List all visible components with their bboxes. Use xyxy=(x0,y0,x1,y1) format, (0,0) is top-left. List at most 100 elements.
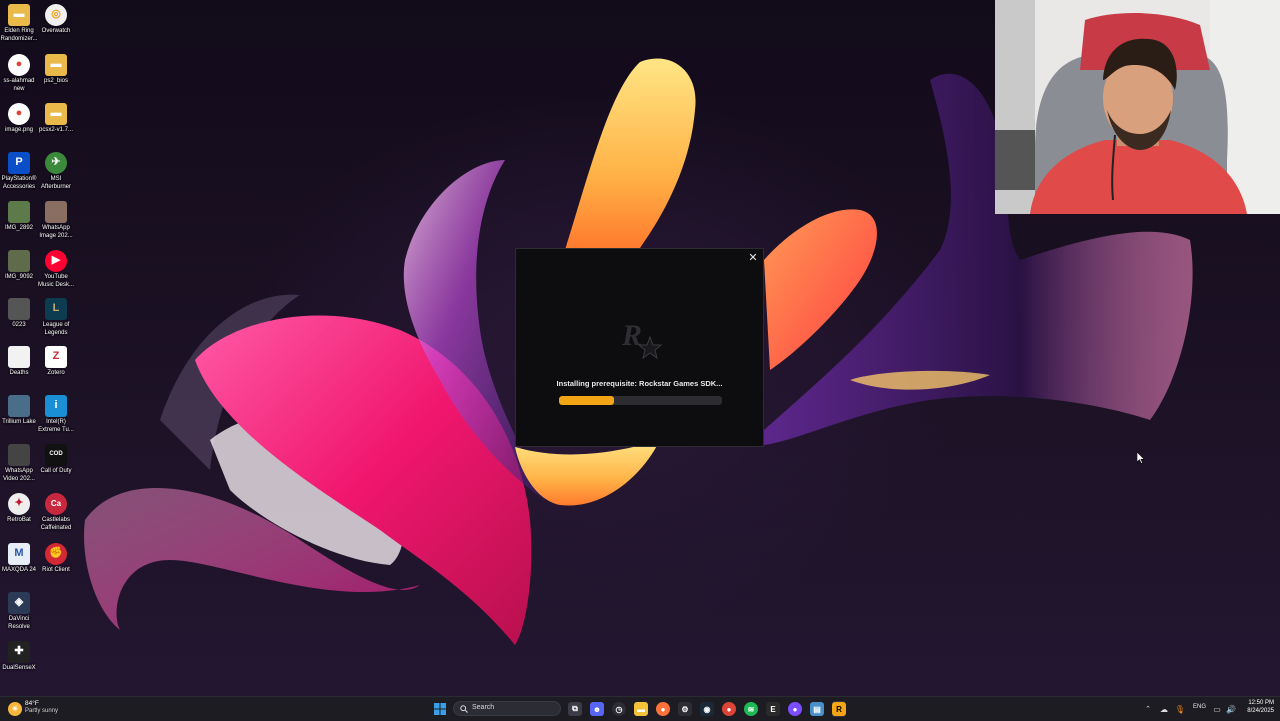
cod-icon: COD xyxy=(45,444,67,466)
network-icon[interactable]: ▭ xyxy=(1211,701,1223,717)
tray-overflow-icon[interactable]: ⌃ xyxy=(1143,701,1153,717)
task-view-icon: ⧉ xyxy=(568,702,582,716)
webcam-person-image xyxy=(995,0,1280,214)
retrobat-icon: ✦ xyxy=(8,493,30,515)
photo-icon xyxy=(45,201,67,223)
desktop-icon-overwatch[interactable]: ◎ Overwatch xyxy=(37,4,75,36)
search-placeholder: Search xyxy=(472,704,495,711)
desktop-icon-dualsensex[interactable]: ✚ DualSenseX xyxy=(0,641,38,673)
taskbar-app-chrome[interactable]: ● xyxy=(722,701,736,717)
chrome-icon: ● xyxy=(722,702,736,716)
desktop-icon-label: 0223 xyxy=(12,322,26,328)
desktop-icon-call-of-duty[interactable]: COD Call of Duty xyxy=(37,444,75,476)
close-icon[interactable]: ✕ xyxy=(746,251,760,265)
desktop-icon-label: Castlelabs Caffeinated xyxy=(40,517,72,531)
windows-logo-icon xyxy=(434,703,446,715)
file-explorer-icon: ▬ xyxy=(634,702,648,716)
weather-temperature: 84°F xyxy=(25,700,39,707)
davinci-icon: ◈ xyxy=(8,592,30,614)
desktop-icon-pcsx2[interactable]: ▬ pcsx2-v1.7... xyxy=(37,103,75,135)
desktop-icon-youtube-music[interactable]: ▶ YouTube Music Desk... xyxy=(37,250,75,289)
taskbar-app-task-view[interactable]: ⧉ xyxy=(568,701,582,717)
desktop-icon-msi-afterburner[interactable]: ✈ MSI Afterburner xyxy=(37,152,75,191)
clock-app-icon: ◷ xyxy=(612,702,626,716)
desktop-icon-league-of-legends[interactable]: L League of Legends xyxy=(37,298,75,337)
folder-icon: ▬ xyxy=(45,103,67,125)
file-icon xyxy=(8,346,30,368)
photo-icon xyxy=(8,298,30,320)
gear-icon: ⚙ xyxy=(678,702,692,716)
video-icon xyxy=(8,444,30,466)
notepad-icon: ▤ xyxy=(810,702,824,716)
weather-widget[interactable]: ☀ xyxy=(8,701,22,717)
intel-xtu-icon: i xyxy=(45,395,67,417)
taskbar-app-steam[interactable]: ◉ xyxy=(700,701,714,717)
desktop-icon-label: IMG_9092 xyxy=(4,274,34,280)
desktop-icon-label: pcsx2-v1.7... xyxy=(38,127,73,133)
desktop-icon-ps2-bios[interactable]: ▬ ps2_bios xyxy=(37,54,75,86)
desktop-icon-retrobat[interactable]: ✦ RetroBat xyxy=(0,493,38,525)
clock-date[interactable]: 8/24/2025 xyxy=(1240,708,1274,714)
desktop-icon-davinci-resolve[interactable]: ◈ DaVinci Resolve xyxy=(0,592,38,631)
desktop-icon-label: RetroBat xyxy=(7,517,31,523)
search-icon xyxy=(460,705,468,713)
desktop-icon-riot-client[interactable]: ✊ Riot Client xyxy=(37,543,75,575)
maxqda-icon: M xyxy=(8,543,30,565)
mouse-cursor-icon xyxy=(1137,452,1145,464)
install-status-text: Installing prerequisite: Rockstar Games … xyxy=(556,379,723,388)
desktop-icon-label: ss-alahmad new xyxy=(3,78,35,92)
desktop-icon-img-2892[interactable]: IMG_2892 xyxy=(0,201,38,233)
desktop-icon-0223[interactable]: 0223 xyxy=(0,298,38,330)
desktop-icon-label: MAXQDA 24 xyxy=(1,567,36,573)
dualsensex-icon: ✚ xyxy=(8,641,30,663)
steam-icon: ◉ xyxy=(700,702,714,716)
desktop-icon-label: League of Legends xyxy=(42,322,70,336)
desktop-icon-whatsapp-image[interactable]: WhatsApp Image 202... xyxy=(37,201,75,240)
afterburner-icon: ✈ xyxy=(45,152,67,174)
desktop-icon-ss-alahmad[interactable]: ● ss-alahmad new xyxy=(0,54,38,93)
taskbar-app-file-explorer[interactable]: ▬ xyxy=(634,701,648,717)
desktop-icon-label: WhatsApp Video 202... xyxy=(3,468,35,482)
taskbar-app-settings[interactable]: ⚙ xyxy=(678,701,692,717)
rockstar-logo-icon: R xyxy=(621,319,663,360)
desktop-icon-deaths[interactable]: Deaths xyxy=(0,346,38,378)
desktop-icon-playstation-accessories[interactable]: P PlayStation® Accessories xyxy=(0,152,38,191)
chrome-icon: ● xyxy=(8,54,30,76)
taskbar-app-chrome-alt[interactable]: ● xyxy=(788,701,802,717)
weather-description: Partly sunny xyxy=(25,708,59,714)
browser-icon: ● xyxy=(788,702,802,716)
desktop-icon-label: IMG_2892 xyxy=(4,225,34,231)
desktop-icon-label: MSI Afterburner xyxy=(40,176,71,190)
taskbar: ☀ 84°F Partly sunny Search ⧉ ☻ ◷ ▬ ● ⚙ ◉… xyxy=(0,696,1280,721)
taskbar-search[interactable]: Search xyxy=(453,701,561,716)
desktop-icon-image-png[interactable]: ● image.png xyxy=(0,103,38,135)
desktop-icon-intel-xtu[interactable]: i Intel(R) Extreme Tu... xyxy=(37,395,75,434)
desktop-icon-caffeinated[interactable]: Ca Castlelabs Caffeinated xyxy=(37,493,75,532)
taskbar-app-epic[interactable]: E xyxy=(766,701,780,717)
microphone-icon[interactable]: 🎙 xyxy=(1175,701,1185,717)
weather-icon: ☀ xyxy=(8,702,22,716)
desktop-icon-zotero[interactable]: Z Zotero xyxy=(37,346,75,378)
desktop-icon-label: image.png xyxy=(4,127,34,133)
start-button[interactable] xyxy=(433,701,447,717)
taskbar-app-rockstar[interactable]: R xyxy=(832,701,846,717)
photo-icon xyxy=(8,250,30,272)
desktop-icon-maxqda[interactable]: M MAXQDA 24 xyxy=(0,543,38,575)
onedrive-icon[interactable]: ☁ xyxy=(1158,701,1170,717)
desktop-icon-whatsapp-video[interactable]: WhatsApp Video 202... xyxy=(0,444,38,483)
playstation-icon: P xyxy=(8,152,30,174)
desktop-icon-elden-ring-randomizer[interactable]: ▬ Elden Ring Randomizer... xyxy=(0,4,38,43)
taskbar-app-spotify[interactable]: ≋ xyxy=(744,701,758,717)
taskbar-app-discord[interactable]: ☻ xyxy=(590,701,604,717)
desktop-icon-label: DaVinci Resolve xyxy=(8,616,30,630)
desktop-icon-trillium-lake[interactable]: Trillium Lake xyxy=(0,395,38,427)
desktop-icon-label: ps2_bios xyxy=(43,78,69,84)
install-progress-bar xyxy=(559,396,722,405)
input-language[interactable]: ENG xyxy=(1193,704,1206,710)
volume-icon[interactable]: 🔊 xyxy=(1225,701,1237,717)
taskbar-app-notepad[interactable]: ▤ xyxy=(810,701,824,717)
desktop-icon-img-9092[interactable]: IMG_9092 xyxy=(0,250,38,282)
taskbar-app-firefox[interactable]: ● xyxy=(656,701,670,717)
taskbar-app-clock[interactable]: ◷ xyxy=(612,701,626,717)
clock-time[interactable]: 12:50 PM xyxy=(1240,700,1274,706)
